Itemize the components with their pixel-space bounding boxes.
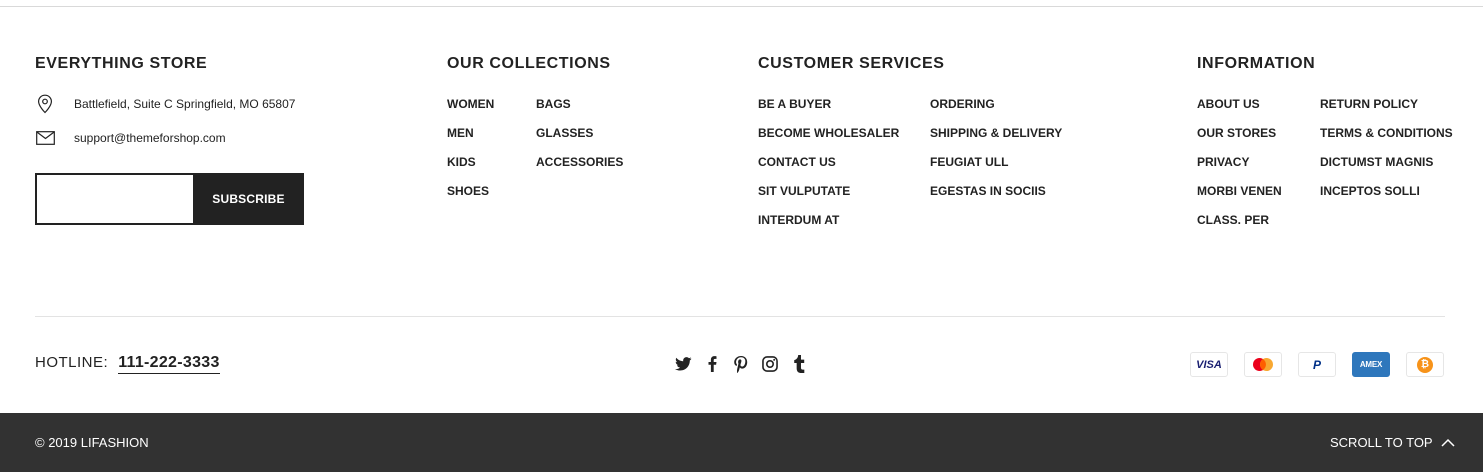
paypal-icon: P [1298, 352, 1336, 377]
store-email: support@themeforshop.com [35, 128, 226, 148]
collections-title: OUR COLLECTIONS [447, 55, 611, 72]
bitcoin-icon: ₿ [1406, 352, 1444, 377]
map-pin-icon [35, 94, 55, 114]
chevron-up-icon [1441, 438, 1455, 448]
footer-link-feugiat-ull[interactable]: FEUGIAT ULL [930, 155, 1062, 184]
subscribe-button[interactable]: SUBSCRIBE [193, 173, 304, 225]
footer-link-morbi-venen[interactable]: MORBI VENEN [1197, 184, 1282, 213]
footer-link-kids[interactable]: KIDS [447, 155, 494, 184]
hotline-number[interactable]: 111-222-3333 [118, 354, 220, 374]
footer-link-glasses[interactable]: GLASSES [536, 126, 623, 155]
store-address: Battlefield, Suite C Springfield, MO 658… [35, 94, 295, 114]
footer-link-shipping-delivery[interactable]: SHIPPING & DELIVERY [930, 126, 1062, 155]
store-title: EVERYTHING STORE [35, 55, 208, 72]
facebook-icon[interactable] [703, 355, 721, 373]
collections-links-col1: WOMEN MEN KIDS SHOES [447, 97, 494, 213]
customer-services-title: CUSTOMER SERVICES [758, 55, 945, 72]
footer-link-be-a-buyer[interactable]: BE A BUYER [758, 97, 899, 126]
footer-link-women[interactable]: WOMEN [447, 97, 494, 126]
footer-link-terms-conditions[interactable]: TERMS & CONDITIONS [1320, 126, 1453, 155]
footer-link-men[interactable]: MEN [447, 126, 494, 155]
footer-link-become-wholesaler[interactable]: BECOME WHOLESALER [758, 126, 899, 155]
instagram-icon[interactable] [761, 355, 779, 373]
footer-link-privacy[interactable]: PRIVACY [1197, 155, 1282, 184]
payment-methods: VISA P AMEX ₿ [1190, 352, 1444, 377]
visa-icon: VISA [1190, 352, 1228, 377]
information-links-col2: RETURN POLICY TERMS & CONDITIONS DICTUMS… [1320, 97, 1453, 213]
footer-link-return-policy[interactable]: RETURN POLICY [1320, 97, 1453, 126]
copyright-text: © 2019 LIFASHION [35, 435, 149, 450]
hotline-label: HOTLINE: [35, 354, 109, 371]
footer-link-our-stores[interactable]: OUR STORES [1197, 126, 1282, 155]
email-text[interactable]: support@themeforshop.com [74, 131, 226, 145]
footer-link-accessories[interactable]: ACCESSORIES [536, 155, 623, 184]
top-divider [0, 6, 1483, 7]
footer-link-ordering[interactable]: ORDERING [930, 97, 1062, 126]
mastercard-icon [1244, 352, 1282, 377]
twitter-icon[interactable] [674, 355, 692, 373]
scroll-to-top-label: SCROLL TO TOP [1330, 435, 1433, 450]
mail-icon [35, 128, 55, 148]
footer-link-shoes[interactable]: SHOES [447, 184, 494, 213]
newsletter-email-input[interactable] [35, 173, 193, 225]
footer-link-inceptos-solli[interactable]: INCEPTOS SOLLI [1320, 184, 1453, 213]
footer-link-about-us[interactable]: ABOUT US [1197, 97, 1282, 126]
footer-link-dictumst-magnis[interactable]: DICTUMST MAGNIS [1320, 155, 1453, 184]
newsletter-form: SUBSCRIBE [35, 173, 304, 225]
footer-link-bags[interactable]: BAGS [536, 97, 623, 126]
address-text: Battlefield, Suite C Springfield, MO 658… [74, 97, 296, 111]
footer-divider [35, 316, 1445, 317]
pinterest-icon[interactable] [732, 355, 750, 373]
scroll-to-top-button[interactable]: SCROLL TO TOP [1330, 435, 1455, 450]
customer-services-links-col2: ORDERING SHIPPING & DELIVERY FEUGIAT ULL… [930, 97, 1062, 213]
bottom-bar: © 2019 LIFASHION SCROLL TO TOP [0, 413, 1483, 472]
footer-link-sit-vulputate[interactable]: SIT VULPUTATE [758, 184, 899, 213]
footer-link-contact-us[interactable]: CONTACT US [758, 155, 899, 184]
collections-links-col2: BAGS GLASSES ACCESSORIES [536, 97, 623, 184]
footer-link-egestas-in-sociis[interactable]: EGESTAS IN SOCIIS [930, 184, 1062, 213]
social-links [674, 355, 819, 373]
footer-link-interdum-at[interactable]: INTERDUM AT [758, 213, 899, 242]
footer-link-class-per[interactable]: CLASS. PER [1197, 213, 1282, 242]
hotline: HOTLINE: 111-222-3333 [35, 354, 220, 374]
tumblr-icon[interactable] [790, 355, 808, 373]
amex-icon: AMEX [1352, 352, 1390, 377]
information-title: INFORMATION [1197, 55, 1316, 72]
information-links-col1: ABOUT US OUR STORES PRIVACY MORBI VENEN … [1197, 97, 1282, 242]
customer-services-links-col1: BE A BUYER BECOME WHOLESALER CONTACT US … [758, 97, 899, 242]
